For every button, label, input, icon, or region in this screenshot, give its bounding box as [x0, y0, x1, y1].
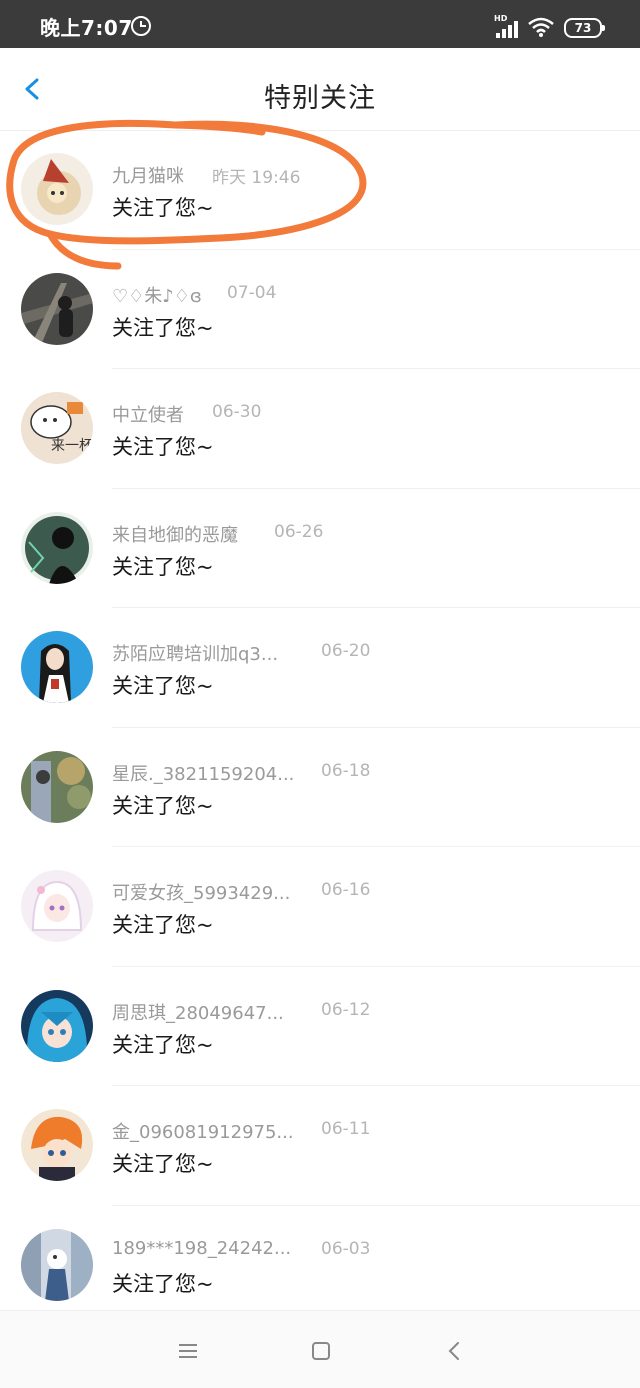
avatar	[21, 631, 93, 703]
follow-message: 关注了您~	[112, 554, 214, 579]
follow-message: 关注了您~	[112, 435, 214, 459]
follow-message: 关注了您~	[112, 1271, 214, 1296]
header: 特别关注	[0, 48, 640, 131]
follow-date: 06-18	[321, 760, 371, 781]
battery-indicator: 73	[564, 18, 605, 38]
avatar	[21, 272, 93, 345]
status-time: 晚上7:07	[40, 16, 133, 40]
system-nav-bar	[0, 1310, 640, 1388]
list-item[interactable]: 周思琪_28049647... 06-12 关注了您~	[0, 967, 640, 1086]
follow-message: 关注了您~	[112, 1152, 214, 1176]
list-item[interactable]: ♡♢朱♪♢ɞ 07-04 关注了您~	[0, 250, 640, 369]
follow-message: 关注了您~	[112, 913, 214, 937]
follow-message: 关注了您~	[112, 315, 214, 340]
user-name: 周思琪_28049647...	[112, 1002, 284, 1024]
avatar	[21, 511, 93, 584]
avatar	[21, 1228, 93, 1301]
list-item[interactable]: 星辰._3821159204... 06-18 关注了您~	[0, 728, 640, 847]
list-item[interactable]: 金_096081912975... 06-11 关注了您~	[0, 1086, 640, 1206]
avatar: 来一杯	[21, 392, 93, 464]
follow-date: 06-20	[321, 641, 371, 661]
follow-date: 06-26	[274, 521, 324, 542]
follow-date: 昨天 19:46	[212, 168, 301, 188]
user-name: ♡♢朱♪♢ɞ	[112, 285, 202, 307]
user-name: 星辰._3821159204...	[112, 763, 295, 785]
follow-date: 06-12	[321, 999, 371, 1020]
user-name: 可爱女孩_5993429...	[112, 883, 291, 904]
follow-message: 关注了您~	[112, 793, 214, 818]
follow-date: 07-04	[227, 282, 277, 303]
avatar	[21, 153, 93, 225]
follow-message: 关注了您~	[112, 1032, 214, 1057]
page-title: 特别关注	[264, 83, 376, 114]
follower-list: 九月猫咪 昨天 19:46 关注了您~ ♡♢朱♪♢ɞ 07-04 关注了您~ 来…	[0, 130, 640, 1325]
follow-date: 06-03	[321, 1238, 371, 1259]
avatar	[21, 750, 93, 823]
list-item[interactable]: 189***198_24242... 06-03 关注了您~	[0, 1206, 640, 1325]
alarm-icon	[131, 16, 151, 36]
svg-text:来一杯: 来一杯	[51, 438, 93, 454]
avatar	[21, 1109, 93, 1181]
signal-icon	[494, 18, 518, 38]
wifi-icon	[528, 17, 554, 37]
menu-icon[interactable]	[178, 1341, 198, 1361]
avatar	[21, 989, 93, 1062]
user-name: 九月猫咪	[112, 166, 184, 187]
home-icon[interactable]	[311, 1341, 331, 1361]
list-item[interactable]: 来一杯 中立使者 06-30 关注了您~	[0, 369, 640, 489]
list-item[interactable]: 来自地御的恶魔 06-26 关注了您~	[0, 489, 640, 608]
list-item[interactable]: 可爱女孩_5993429... 06-16 关注了您~	[0, 847, 640, 967]
user-name: 金_096081912975...	[112, 1122, 294, 1143]
back-icon[interactable]	[445, 1341, 465, 1361]
follow-message: 关注了您~	[112, 674, 214, 698]
list-item[interactable]: 苏陌应聘培训加q3... 06-20 关注了您~	[0, 608, 640, 728]
follow-date: 06-16	[321, 880, 371, 900]
avatar	[21, 870, 93, 942]
user-name: 中立使者	[112, 405, 184, 426]
user-name: 苏陌应聘培训加q3...	[112, 644, 279, 665]
follow-date: 06-30	[212, 402, 262, 422]
user-name: 189***198_24242...	[112, 1237, 292, 1259]
follow-message: 关注了您~	[112, 196, 214, 220]
user-name: 来自地御的恶魔	[112, 524, 238, 546]
list-item[interactable]: 九月猫咪 昨天 19:46 关注了您~	[0, 130, 640, 250]
follow-date: 06-11	[321, 1119, 371, 1139]
status-bar: 晚上7:07 HD 73	[0, 0, 640, 48]
